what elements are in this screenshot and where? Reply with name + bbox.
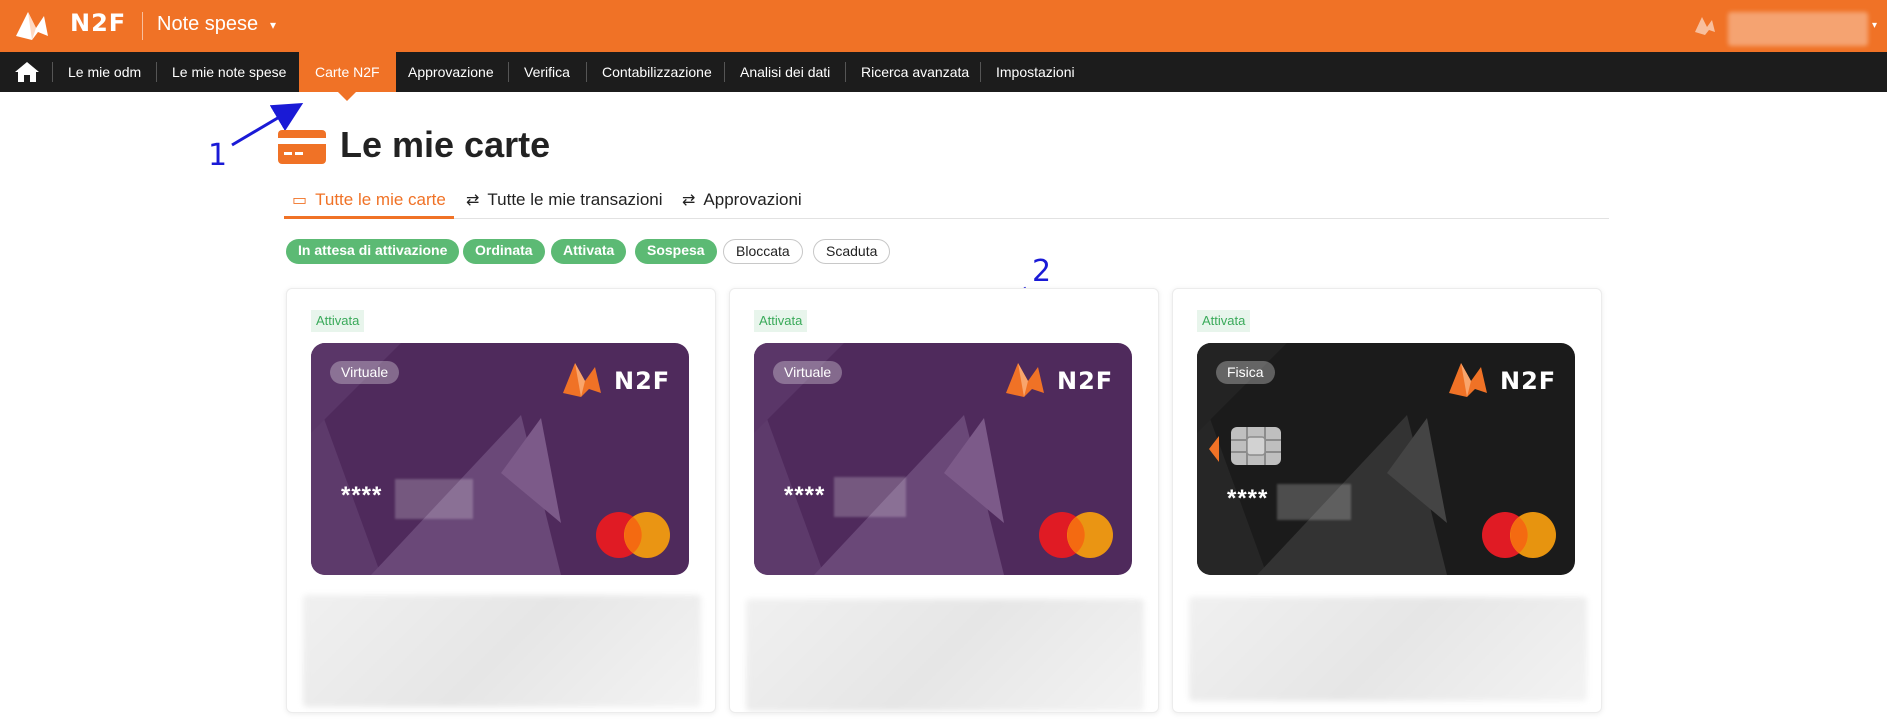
card-type-pill: Fisica: [1216, 361, 1275, 384]
card-item[interactable]: Attivata Fisica N2F ****: [1172, 288, 1602, 713]
card-number-redacted: [834, 477, 906, 517]
tab-label: Tutte le mie carte: [315, 190, 446, 209]
filter-sospesa[interactable]: Sospesa: [635, 239, 717, 264]
payment-card-visual[interactable]: Fisica N2F ****: [1197, 343, 1575, 575]
user-chevron-down-icon[interactable]: ▾: [1872, 20, 1877, 31]
nav-item-verifica[interactable]: Verifica: [508, 52, 586, 92]
mastercard-icon: [1482, 512, 1556, 558]
nav-item-ricerca-avanzata[interactable]: Ricerca avanzata: [845, 52, 985, 92]
tab-approvazioni[interactable]: ⇄ Approvazioni: [674, 186, 810, 219]
card-logo-text: N2F: [614, 367, 671, 395]
n2f-logo-icon: [563, 363, 601, 397]
card-details-redacted: [303, 595, 701, 707]
payment-card-visual[interactable]: Virtuale N2F ****: [754, 343, 1132, 575]
user-logo-icon: [1695, 17, 1715, 35]
nav-item-analisi-dei-dati[interactable]: Analisi dei dati: [724, 52, 846, 92]
tab-tutte-le-mie-transazioni[interactable]: ⇄ Tutte le mie transazioni: [458, 186, 671, 219]
card-chip-icon: [1231, 427, 1281, 465]
chip-arrow-icon: [1209, 436, 1219, 462]
card-logo-text: N2F: [1500, 367, 1557, 395]
nav-item-contabilizzazione[interactable]: Contabilizzazione: [586, 52, 728, 92]
card-number: ****: [1227, 485, 1269, 512]
home-icon[interactable]: [14, 61, 40, 83]
tab-label: Approvazioni: [703, 190, 802, 209]
credit-card-icon: [278, 130, 326, 164]
card-type-pill: Virtuale: [773, 361, 843, 384]
transfer-icon: ⇄: [682, 192, 696, 209]
card-details-redacted: [746, 599, 1144, 711]
filter-bloccata[interactable]: Bloccata: [723, 239, 803, 264]
card-icon: ▭: [292, 192, 308, 209]
card-logo-text: N2F: [1057, 367, 1114, 395]
chevron-down-icon[interactable]: ▾: [270, 18, 276, 32]
status-badge: Attivata: [1197, 310, 1251, 332]
card-brand-logo: N2F: [561, 357, 676, 401]
filter-attivata[interactable]: Attivata: [551, 239, 627, 264]
transfer-icon: ⇄: [466, 192, 480, 209]
mastercard-icon: [1039, 512, 1113, 558]
nav-item-impostazioni[interactable]: Impostazioni: [980, 52, 1091, 92]
filter-scaduta[interactable]: Scaduta: [813, 239, 891, 264]
page-title: Le mie carte: [340, 124, 551, 165]
card-number-redacted: [395, 479, 473, 519]
card-brand-logo: N2F: [1004, 357, 1119, 401]
n2f-logo-icon: [1449, 363, 1487, 397]
mastercard-icon: [596, 512, 670, 558]
app-title[interactable]: Note spese: [157, 13, 258, 36]
card-number: ****: [784, 482, 826, 509]
status-badge: Attivata: [311, 310, 365, 332]
card-type-pill: Virtuale: [330, 361, 400, 384]
top-bar: N2F Note spese ▾ ▾: [0, 0, 1887, 52]
filter-ordinata[interactable]: Ordinata: [463, 239, 545, 264]
card-number-redacted: [1277, 484, 1351, 520]
card-tabs: ▭ Tutte le mie carte ⇄ Tutte le mie transa…: [284, 186, 1609, 219]
logo-text[interactable]: N2F: [70, 9, 126, 37]
card-item[interactable]: Attivata Virtuale N2F ****: [286, 288, 716, 713]
nav-item-le-mie-note-spese[interactable]: Le mie note spese: [156, 52, 302, 92]
card-number: ****: [341, 482, 383, 509]
nav-item-le-mie-odm[interactable]: Le mie odm: [52, 52, 157, 92]
main-nav: Le mie odm Le mie note spese Carte N2F A…: [0, 52, 1887, 101]
card-item[interactable]: Attivata Virtuale N2F ****: [729, 288, 1159, 713]
payment-card-visual[interactable]: Virtuale N2F ****: [311, 343, 689, 575]
tab-label: Tutte le mie transazioni: [487, 190, 663, 209]
user-menu[interactable]: [1728, 12, 1868, 46]
filter-in-attesa-di-attivazione[interactable]: In attesa di attivazione: [286, 239, 460, 264]
nav-item-carte-n2f[interactable]: Carte N2F: [299, 52, 396, 101]
annotation-label-1: 1: [208, 138, 228, 173]
status-badge: Attivata: [754, 310, 808, 332]
n2f-logo-icon: [1006, 363, 1044, 397]
tab-tutte-le-mie-carte[interactable]: ▭ Tutte le mie carte: [284, 186, 454, 219]
annotation-label-2: 2: [1032, 254, 1052, 289]
topbar-divider: [142, 12, 143, 40]
card-brand-logo: N2F: [1447, 357, 1562, 401]
nav-item-approvazione[interactable]: Approvazione: [392, 52, 510, 92]
card-details-redacted: [1189, 597, 1587, 701]
